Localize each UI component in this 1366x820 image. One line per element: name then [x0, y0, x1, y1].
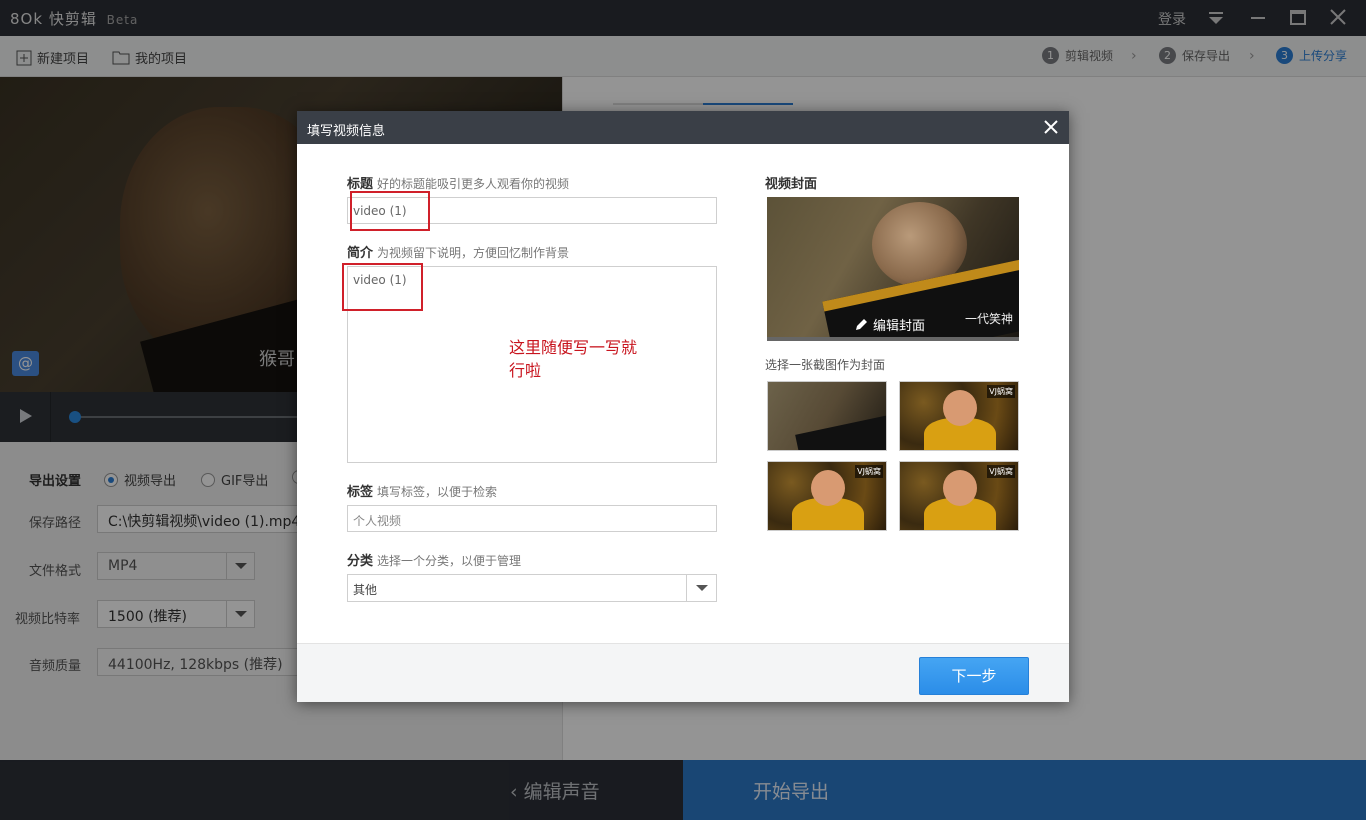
thumb-tag: VJ蜗窝: [987, 385, 1015, 398]
intro-label-text: 简介: [347, 246, 374, 261]
highlight-box: [342, 263, 423, 311]
annotation-text: 这里随便写一写就 行啦: [509, 336, 637, 382]
dialog-footer: 下一步: [297, 643, 1069, 702]
edit-cover-label: 编辑封面: [873, 319, 926, 334]
video-info-dialog: 填写视频信息 标题 好的标题能吸引更多人观看你的视频 video (1) 简介 为视…: [297, 111, 1069, 702]
cover-bar: [767, 337, 1019, 341]
title-label: 标题 好的标题能吸引更多人观看你的视频: [347, 173, 569, 192]
category-select[interactable]: 其他: [347, 574, 717, 602]
chevron-down-icon: [686, 575, 716, 601]
cover-thumbnail[interactable]: VJ蜗窝: [899, 461, 1019, 531]
title-hint: 好的标题能吸引更多人观看你的视频: [377, 177, 570, 191]
tags-label-text: 标签: [347, 485, 374, 500]
dialog-header: 填写视频信息: [297, 111, 1069, 144]
tags-label: 标签 填写标签，以便于检索: [347, 481, 497, 500]
category-value: 其他: [353, 583, 378, 597]
next-step-button[interactable]: 下一步: [919, 657, 1029, 695]
intro-hint: 为视频留下说明，方便回忆制作背景: [377, 246, 570, 260]
cover-brand-text: 一代笑神: [964, 312, 1013, 326]
dialog-title: 填写视频信息: [307, 124, 386, 139]
highlight-box: [350, 191, 430, 231]
edit-cover-button[interactable]: 编辑封面: [855, 315, 925, 334]
cover-preview[interactable]: 编辑封面 一代笑神: [767, 197, 1019, 341]
cover-thumbnail[interactable]: VJ蜗窝: [767, 461, 887, 531]
annotation-line: 这里随便写一写就: [509, 338, 638, 357]
thumb-tag: VJ蜗窝: [855, 465, 883, 478]
category-label-text: 分类: [347, 554, 374, 569]
intro-label: 简介 为视频留下说明，方便回忆制作背景: [347, 242, 569, 261]
title-label-text: 标题: [347, 177, 374, 192]
category-label: 分类 选择一个分类，以便于管理: [347, 550, 521, 569]
tags-input[interactable]: 个人视频: [347, 505, 717, 532]
close-icon[interactable]: [1043, 119, 1059, 135]
annotation-line: 行啦: [509, 361, 542, 380]
choose-cover-hint: 选择一张截图作为封面: [765, 358, 886, 372]
pencil-icon: [856, 319, 867, 330]
cover-thumbnail[interactable]: [767, 381, 887, 451]
category-hint: 选择一个分类，以便于管理: [377, 554, 522, 568]
cover-thumbnail[interactable]: VJ蜗窝: [899, 381, 1019, 451]
cover-label: 视频封面: [765, 177, 818, 192]
thumb-tag: VJ蜗窝: [987, 465, 1015, 478]
tags-hint: 填写标签，以便于检索: [377, 485, 498, 499]
